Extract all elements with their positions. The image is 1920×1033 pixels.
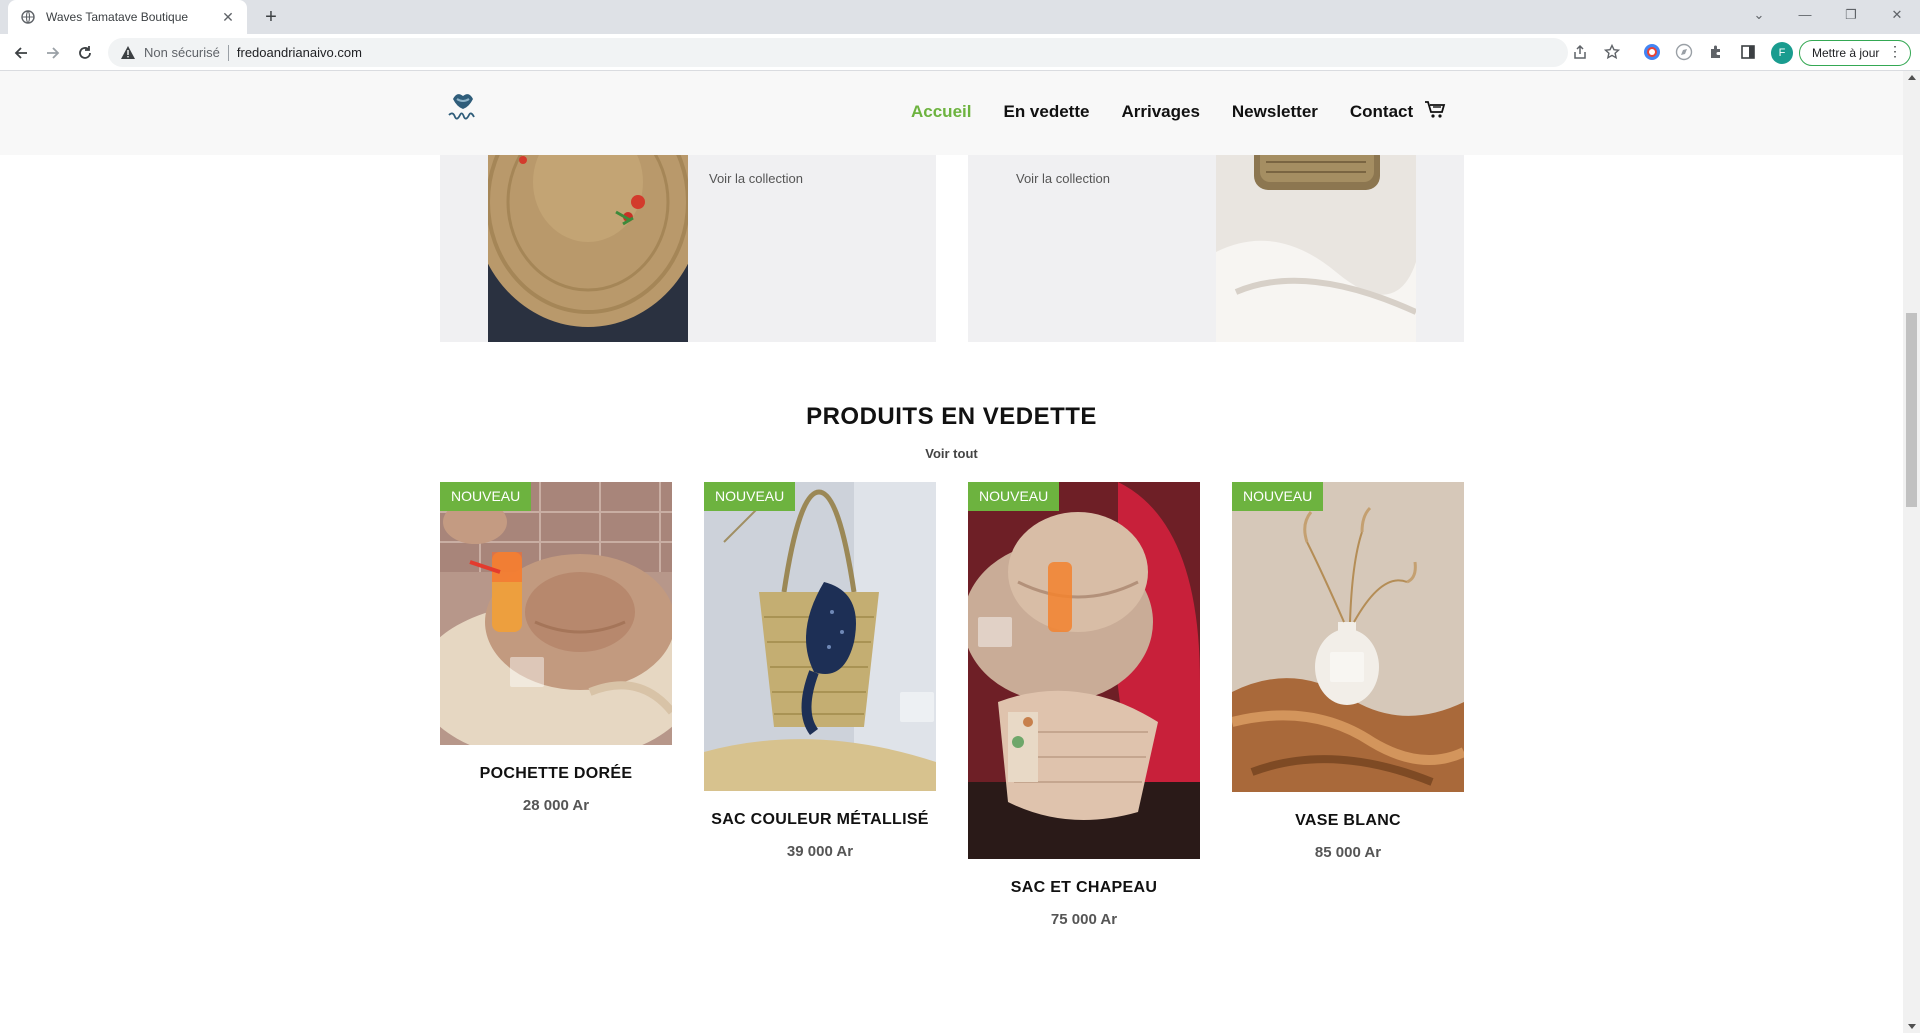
nav-en-vedette[interactable]: En vedette: [1003, 102, 1089, 122]
page-viewport: Voir la collection Voir la collection Ac…: [0, 71, 1903, 1033]
new-badge: NOUVEAU: [968, 482, 1060, 511]
cart-icon[interactable]: [1424, 99, 1446, 121]
collection-card-hats[interactable]: Voir la collection: [440, 142, 936, 342]
watermark-logo: [978, 617, 1012, 647]
product-card[interactable]: NOUVEAU POCHETTE DORÉE 28 000 Ar: [440, 482, 672, 814]
product-image[interactable]: NOUVEAU: [968, 482, 1200, 859]
profile-avatar[interactable]: F: [1771, 42, 1793, 64]
close-tab-icon[interactable]: ✕: [219, 9, 237, 26]
bookmark-star-icon[interactable]: [1600, 40, 1624, 64]
product-price: 75 000 Ar: [1050, 911, 1118, 928]
product-name[interactable]: SAC ET CHAPEAU: [968, 879, 1200, 897]
watermark-logo: [1330, 652, 1364, 682]
watermark-logo: [900, 692, 934, 722]
minimize-icon[interactable]: —: [1782, 0, 1828, 30]
new-badge: NOUVEAU: [704, 482, 796, 511]
globe-icon: [20, 9, 36, 25]
page-scrollbar[interactable]: [1903, 71, 1920, 1033]
scroll-up-icon[interactable]: [1908, 75, 1916, 80]
scrollbar-thumb[interactable]: [1906, 313, 1917, 507]
product-card[interactable]: NOUVEAU SAC ET CHAPEAU 75 000 Ar: [968, 482, 1200, 928]
see-all-link[interactable]: Voir tout: [0, 446, 1903, 461]
section-title: PRODUITS EN VEDETTE: [806, 403, 1097, 430]
tab-search-icon[interactable]: ⌄: [1736, 0, 1782, 30]
forward-icon[interactable]: [40, 40, 66, 66]
share-icon[interactable]: [1568, 40, 1592, 64]
collection-hat-image[interactable]: [488, 142, 688, 342]
nav-contact[interactable]: Contact: [1350, 102, 1413, 122]
browser-tab[interactable]: Waves Tamatave Boutique ✕: [8, 0, 247, 34]
product-price: 85 000 Ar: [1314, 844, 1382, 861]
product-name[interactable]: POCHETTE DORÉE: [440, 765, 672, 783]
new-badge: NOUVEAU: [440, 482, 532, 511]
main-nav: Accueil En vedette Arrivages Newsletter …: [911, 102, 1413, 122]
tab-title: Waves Tamatave Boutique: [46, 10, 189, 24]
collection-card-bags[interactable]: Voir la collection: [968, 142, 1464, 342]
product-image[interactable]: NOUVEAU: [1232, 482, 1464, 792]
product-card[interactable]: NOUVEAU VASE BLANC 85 000 Ar: [1232, 482, 1464, 861]
nav-newsletter[interactable]: Newsletter: [1232, 102, 1318, 122]
collection-bag-image[interactable]: [1216, 142, 1416, 342]
site-header: Accueil En vedette Arrivages Newsletter …: [0, 71, 1903, 155]
product-price: 39 000 Ar: [786, 843, 854, 860]
insecure-label[interactable]: Non sécurisé: [144, 45, 220, 60]
product-card[interactable]: NOUVEAU SAC COULEUR MÉTALLISÉ 39 000 Ar: [704, 482, 936, 860]
warning-icon[interactable]: [120, 45, 136, 61]
update-button-label: Mettre à jour: [1812, 46, 1880, 60]
product-name[interactable]: VASE BLANC: [1232, 812, 1464, 830]
scroll-down-icon[interactable]: [1908, 1024, 1916, 1029]
product-image[interactable]: NOUVEAU: [440, 482, 672, 745]
collection-link[interactable]: Voir la collection: [1016, 171, 1110, 186]
back-icon[interactable]: [8, 40, 34, 66]
new-tab-button[interactable]: +: [258, 4, 284, 30]
extensions-puzzle-icon[interactable]: [1704, 40, 1728, 64]
browser-menu-icon[interactable]: ⋮: [1888, 43, 1902, 60]
product-name[interactable]: SAC COULEUR MÉTALLISÉ: [704, 811, 936, 829]
side-panel-icon[interactable]: [1736, 40, 1760, 64]
new-badge: NOUVEAU: [1232, 482, 1324, 511]
color-extension-icon[interactable]: [1640, 40, 1664, 64]
product-price: 28 000 Ar: [522, 797, 590, 814]
restore-icon[interactable]: ❐: [1828, 0, 1874, 30]
close-window-icon[interactable]: ✕: [1874, 0, 1920, 30]
url-text[interactable]: fredoandrianaivo.com: [237, 45, 362, 60]
nav-accueil[interactable]: Accueil: [911, 102, 971, 122]
product-image[interactable]: NOUVEAU: [704, 482, 936, 791]
compass-extension-icon[interactable]: [1672, 40, 1696, 64]
collection-link[interactable]: Voir la collection: [709, 171, 803, 186]
browser-tab-bar: Waves Tamatave Boutique ✕ + ⌄ — ❐ ✕: [0, 0, 1920, 34]
address-bar[interactable]: Non sécurisé fredoandrianaivo.com: [108, 38, 1568, 67]
nav-arrivages[interactable]: Arrivages: [1121, 102, 1199, 122]
browser-toolbar: Non sécurisé fredoandrianaivo.com F Mett…: [0, 34, 1920, 71]
address-divider: [227, 44, 229, 61]
watermark-logo: [510, 657, 544, 687]
reload-icon[interactable]: [72, 40, 98, 66]
waves-logo[interactable]: [443, 87, 483, 127]
update-button[interactable]: Mettre à jour ⋮: [1799, 40, 1911, 66]
